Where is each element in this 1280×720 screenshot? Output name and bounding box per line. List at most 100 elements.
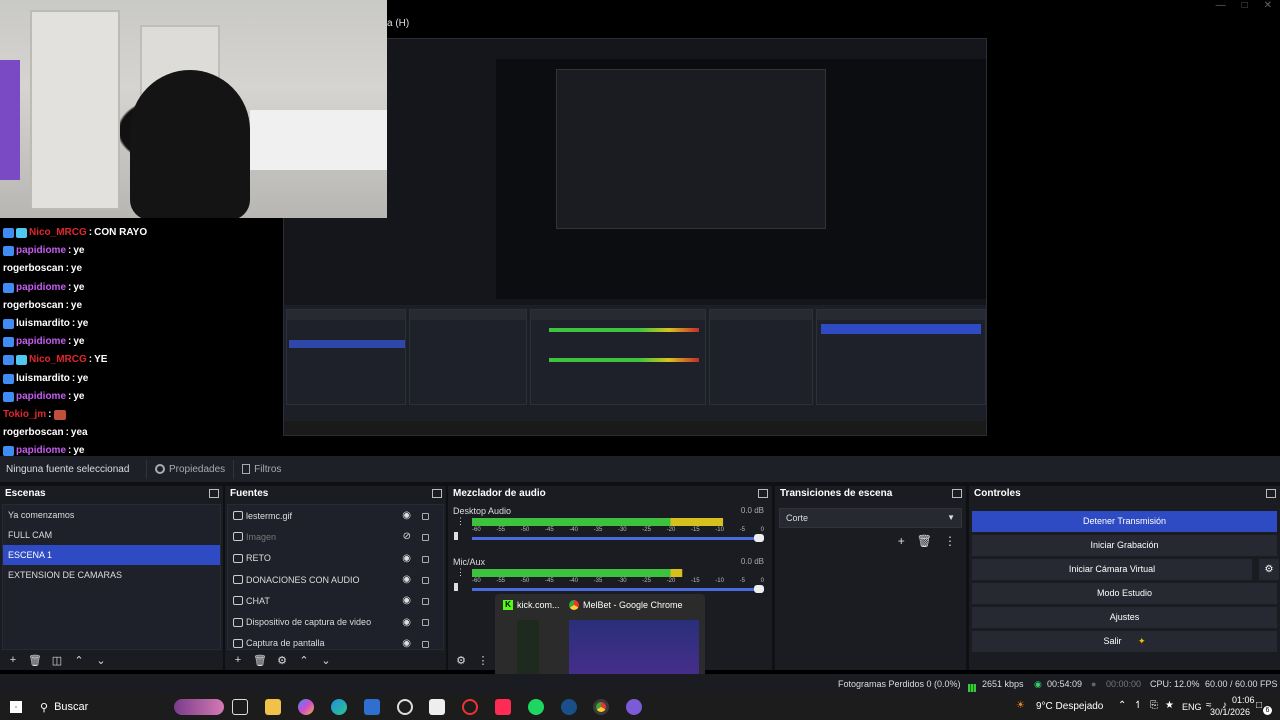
speaker-icon[interactable]: [454, 583, 464, 591]
undock-icon[interactable]: [758, 489, 768, 498]
chat-separator: :: [68, 245, 72, 257]
source-item[interactable]: lestermc.gif ◉: [228, 505, 443, 526]
lock-icon[interactable]: [422, 555, 429, 563]
lock-icon[interactable]: [422, 513, 429, 520]
chat-username: papidiome: [16, 245, 67, 257]
transition-menu-button[interactable]: ⋮: [944, 534, 956, 548]
speaker-icon[interactable]: [454, 532, 464, 540]
opera-icon[interactable]: [462, 699, 478, 715]
clock-date[interactable]: 30/1/2026: [1210, 707, 1250, 717]
chevron-up-icon[interactable]: ⌃: [1118, 700, 1126, 711]
filters-button[interactable]: Filtros: [233, 459, 289, 479]
remove-transition-button[interactable]: 🗑: [917, 534, 932, 548]
maximize-icon[interactable]: □: [1242, 0, 1248, 11]
settings-button[interactable]: Ajustes: [972, 607, 1277, 628]
undock-icon[interactable]: [952, 489, 962, 498]
remove-source-button[interactable]: 🗑: [253, 654, 267, 667]
virtual-camera-button[interactable]: Iniciar Cámara Virtual ⚙: [972, 559, 1279, 580]
mixer-menu-button[interactable]: ⋮: [476, 654, 490, 667]
source-item[interactable]: Dispositivo de captura de video ◉: [228, 611, 443, 632]
copilot-icon[interactable]: [298, 699, 314, 715]
language-label[interactable]: ENG: [1182, 702, 1202, 712]
network-icon[interactable]: ↿: [1134, 700, 1142, 711]
volume-slider[interactable]: [472, 534, 764, 542]
nested-scenes-panel: [286, 309, 406, 405]
eye-icon[interactable]: ◉: [402, 595, 411, 606]
move-down-button[interactable]: ⌄: [319, 654, 333, 667]
kick-tab[interactable]: K kick.com...: [503, 600, 560, 610]
add-source-button[interactable]: +: [231, 654, 245, 666]
source-item[interactable]: DONACIONES CON AUDIO ◉: [228, 569, 443, 590]
scene-item[interactable]: Ya comenzamos: [3, 505, 220, 525]
mixer-settings-button[interactable]: ⚙: [454, 654, 468, 667]
channel-menu-icon[interactable]: ⋮: [456, 567, 465, 578]
lock-icon[interactable]: [422, 640, 429, 648]
channel-menu-icon[interactable]: ⋮: [456, 516, 465, 527]
scene-item[interactable]: ESCENA 1: [3, 545, 220, 565]
undock-icon[interactable]: [432, 489, 442, 498]
discord-icon[interactable]: [626, 699, 642, 715]
scene-item[interactable]: FULL CAM: [3, 525, 220, 545]
minimize-icon[interactable]: —: [1216, 0, 1226, 11]
lock-icon[interactable]: [422, 598, 429, 606]
studio-mode-button[interactable]: Modo Estudio: [972, 583, 1277, 604]
move-down-button[interactable]: ⌄: [94, 654, 108, 667]
mail-icon[interactable]: [364, 699, 380, 715]
weather-label[interactable]: 9°C Despejado: [1036, 701, 1103, 712]
taskbar-search[interactable]: ⚲ Buscar: [32, 697, 224, 717]
eye-icon[interactable]: ◉: [402, 574, 411, 585]
undock-icon[interactable]: [1266, 489, 1276, 498]
properties-button[interactable]: Propiedades: [146, 459, 233, 479]
mic-icon[interactable]: ★: [1165, 700, 1174, 711]
volume-slider[interactable]: [472, 585, 764, 593]
eye-icon[interactable]: ◉: [402, 510, 411, 521]
windows-start-icon[interactable]: [10, 701, 22, 713]
melbet-tab[interactable]: MelBet - Google Chrome: [569, 600, 683, 610]
eye-icon[interactable]: ◉: [402, 638, 411, 649]
eye-icon[interactable]: ◉: [402, 553, 411, 564]
eye-hidden-icon[interactable]: ⊘: [403, 531, 411, 542]
tiktok-icon[interactable]: [495, 699, 511, 715]
stop-stream-button[interactable]: Detener Transmisión: [972, 511, 1277, 532]
scene-filters-button[interactable]: ◫: [50, 654, 64, 667]
search-icon: ⚲: [40, 701, 49, 714]
exit-button[interactable]: Salir ✦: [972, 631, 1277, 652]
move-up-button[interactable]: ⌃: [72, 654, 86, 667]
chrome-icon[interactable]: [593, 699, 609, 715]
slider-handle[interactable]: [754, 585, 764, 593]
usb-icon[interactable]: ⎘: [1150, 700, 1158, 711]
add-scene-button[interactable]: +: [6, 654, 20, 666]
chat-badge-icon: [3, 246, 14, 257]
steam-icon[interactable]: [561, 699, 577, 715]
stream-status-icon: ◉: [1034, 679, 1042, 689]
lock-icon[interactable]: [422, 619, 429, 627]
store-icon[interactable]: [429, 699, 445, 715]
eye-icon[interactable]: ◉: [402, 617, 411, 628]
notification-icon[interactable]: □: [1256, 700, 1262, 711]
gear-icon[interactable]: ⚙: [1257, 559, 1279, 580]
lock-icon[interactable]: [422, 534, 429, 542]
source-settings-button[interactable]: ⚙: [275, 654, 289, 667]
source-item[interactable]: RETO ◉: [228, 548, 443, 569]
transition-select[interactable]: Corte ▼: [779, 508, 962, 528]
edge-icon[interactable]: [331, 699, 347, 715]
source-item[interactable]: CHAT ◉: [228, 590, 443, 611]
move-up-button[interactable]: ⌃: [297, 654, 311, 667]
remove-scene-button[interactable]: 🗑: [28, 654, 42, 667]
undock-icon[interactable]: [209, 489, 219, 498]
close-icon[interactable]: ✕: [1264, 0, 1272, 11]
chat-username: luismardito: [16, 372, 70, 384]
spotify-icon[interactable]: [528, 699, 544, 715]
window-controls[interactable]: — □ ✕: [1216, 0, 1272, 11]
add-transition-button[interactable]: +: [898, 534, 905, 548]
lock-icon[interactable]: [422, 576, 429, 584]
scene-item[interactable]: EXTENSION DE CAMARAS: [3, 565, 220, 585]
start-recording-button[interactable]: Iniciar Grabación: [972, 535, 1277, 556]
source-item[interactable]: Imagen ⊘: [228, 526, 443, 547]
source-name: lestermc.gif: [246, 510, 293, 521]
file-explorer-icon[interactable]: [265, 699, 281, 715]
obs-icon[interactable]: [397, 699, 413, 715]
clock-time[interactable]: 01:06: [1232, 695, 1255, 705]
slider-handle[interactable]: [754, 534, 764, 542]
task-view-icon[interactable]: [232, 699, 248, 715]
